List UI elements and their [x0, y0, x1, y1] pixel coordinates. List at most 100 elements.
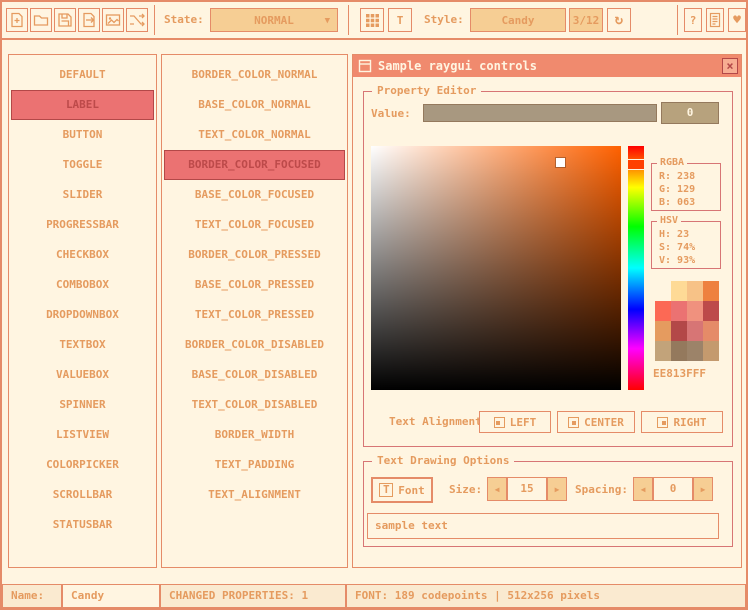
property-list-item[interactable]: BASE_COLOR_PRESSED: [164, 270, 345, 300]
style-combobox[interactable]: Candy: [470, 8, 566, 32]
palette-swatch[interactable]: [655, 321, 671, 341]
size-increase-button[interactable]: ▶: [547, 477, 567, 501]
font-T-icon: T: [379, 483, 393, 497]
control-list-item[interactable]: TOGGLE: [11, 150, 154, 180]
property-list-item[interactable]: TEXT_COLOR_NORMAL: [164, 120, 345, 150]
window-titlebar[interactable]: Sample raygui controls: [353, 55, 741, 77]
text-alignment-label: Text Alignment:: [389, 411, 488, 433]
size-decrease-button[interactable]: ◀: [487, 477, 507, 501]
control-list-item[interactable]: PROGRESSBAR: [11, 210, 154, 240]
control-list-item[interactable]: SPINNER: [11, 390, 154, 420]
font-button-label: Font: [398, 484, 425, 497]
text-preview-button[interactable]: T: [388, 8, 412, 32]
sponsor-button[interactable]: ♥: [728, 8, 746, 32]
hex-color-value: EE813FFF: [653, 367, 706, 380]
property-list-item[interactable]: BASE_COLOR_FOCUSED: [164, 180, 345, 210]
style-name-input[interactable]: Candy: [62, 584, 160, 608]
palette-swatch[interactable]: [687, 321, 703, 341]
property-list-item[interactable]: BORDER_COLOR_PRESSED: [164, 240, 345, 270]
close-icon: ×: [726, 59, 733, 73]
palette-swatch[interactable]: [703, 281, 719, 301]
control-list-item[interactable]: STATUSBAR: [11, 510, 154, 540]
rgba-title: RGBA: [657, 157, 687, 169]
property-list-item[interactable]: TEXT_ALIGNMENT: [164, 480, 345, 510]
palette-swatch[interactable]: [671, 341, 687, 361]
toolbar-divider: [348, 5, 349, 35]
size-value-box[interactable]: 15: [507, 477, 547, 501]
palette-swatch[interactable]: [671, 321, 687, 341]
save-style-button[interactable]: [54, 8, 76, 32]
file-plus-icon: [9, 12, 25, 28]
left-arrow-icon: ◀: [641, 485, 646, 494]
text-icon: T: [397, 14, 404, 27]
control-list-item[interactable]: COLORPICKER: [11, 450, 154, 480]
help-button[interactable]: ?: [684, 8, 702, 32]
property-list-item-selected[interactable]: BORDER_COLOR_FOCUSED: [164, 150, 345, 180]
style-counter-value: 3/12: [573, 14, 600, 27]
random-style-button[interactable]: [126, 8, 148, 32]
property-list-item[interactable]: TEXT_PADDING: [164, 450, 345, 480]
property-list-item[interactable]: TEXT_COLOR_PRESSED: [164, 300, 345, 330]
new-style-button[interactable]: [6, 8, 28, 32]
about-button[interactable]: [706, 8, 724, 32]
property-list-item[interactable]: BORDER_COLOR_NORMAL: [164, 60, 345, 90]
spacing-value-box[interactable]: 0: [653, 477, 693, 501]
rguistyler-window: State: NORMAL ▼ T Style: Candy 3/12 ↻ ?: [0, 0, 748, 610]
control-list-item[interactable]: LISTVIEW: [11, 420, 154, 450]
palette-swatch[interactable]: [671, 281, 687, 301]
palette-swatch[interactable]: [687, 281, 703, 301]
control-list-item[interactable]: SCROLLBAR: [11, 480, 154, 510]
control-list-item[interactable]: VALUEBOX: [11, 360, 154, 390]
value-box[interactable]: 0: [661, 102, 719, 124]
palette-swatch[interactable]: [703, 321, 719, 341]
palette-swatch[interactable]: [703, 341, 719, 361]
palette-swatch[interactable]: [671, 301, 687, 321]
export-image-button[interactable]: [102, 8, 124, 32]
palette-swatch[interactable]: [703, 301, 719, 321]
toolbar-divider: [154, 5, 155, 35]
spacing-decrease-button[interactable]: ◀: [633, 477, 653, 501]
right-arrow-icon: ▶: [701, 485, 706, 494]
palette-swatch[interactable]: [655, 301, 671, 321]
control-list-item-selected[interactable]: LABEL: [11, 90, 154, 120]
control-list-item[interactable]: SLIDER: [11, 180, 154, 210]
control-list-item[interactable]: BUTTON: [11, 120, 154, 150]
grid-view-button[interactable]: [360, 8, 384, 32]
property-list-item[interactable]: TEXT_COLOR_FOCUSED: [164, 210, 345, 240]
export-code-button[interactable]: [78, 8, 100, 32]
property-list-item[interactable]: BASE_COLOR_DISABLED: [164, 360, 345, 390]
control-list-item[interactable]: COMBOBOX: [11, 270, 154, 300]
sample-text-input[interactable]: sample text: [367, 513, 719, 539]
spacing-increase-button[interactable]: ▶: [693, 477, 713, 501]
align-left-button[interactable]: LEFT: [479, 411, 551, 433]
control-list-item[interactable]: CHECKBOX: [11, 240, 154, 270]
state-dropdown[interactable]: NORMAL ▼: [210, 8, 338, 32]
file-export-icon: [81, 12, 97, 28]
property-list-item[interactable]: BASE_COLOR_NORMAL: [164, 90, 345, 120]
hue-bar-cursor[interactable]: [627, 159, 645, 170]
palette-swatch[interactable]: [687, 301, 703, 321]
palette-swatch[interactable]: [687, 341, 703, 361]
property-list-item[interactable]: TEXT_COLOR_DISABLED: [164, 390, 345, 420]
color-picker-panel[interactable]: [371, 146, 621, 390]
style-counter-button[interactable]: 3/12: [569, 8, 603, 32]
align-left-icon: [494, 417, 505, 428]
align-center-button[interactable]: CENTER: [557, 411, 635, 433]
control-list-item[interactable]: TEXTBOX: [11, 330, 154, 360]
font-button[interactable]: T Font: [371, 477, 433, 503]
value-slider[interactable]: [423, 104, 657, 122]
property-list-item[interactable]: BORDER_COLOR_DISABLED: [164, 330, 345, 360]
control-list-item[interactable]: DEFAULT: [11, 60, 154, 90]
color-picker-cursor[interactable]: [556, 158, 565, 167]
open-style-button[interactable]: [30, 8, 52, 32]
reload-style-button[interactable]: ↻: [607, 8, 631, 32]
align-right-button[interactable]: RIGHT: [641, 411, 723, 433]
chevron-down-icon: ▼: [325, 10, 330, 32]
close-button[interactable]: ×: [722, 58, 738, 74]
hue-bar[interactable]: [628, 146, 644, 390]
palette-swatch[interactable]: [655, 341, 671, 361]
property-list-item[interactable]: BORDER_WIDTH: [164, 420, 345, 450]
hsv-v-value: V: 93%: [652, 254, 720, 267]
control-list-item[interactable]: DROPDOWNBOX: [11, 300, 154, 330]
palette-swatch[interactable]: [655, 281, 671, 301]
